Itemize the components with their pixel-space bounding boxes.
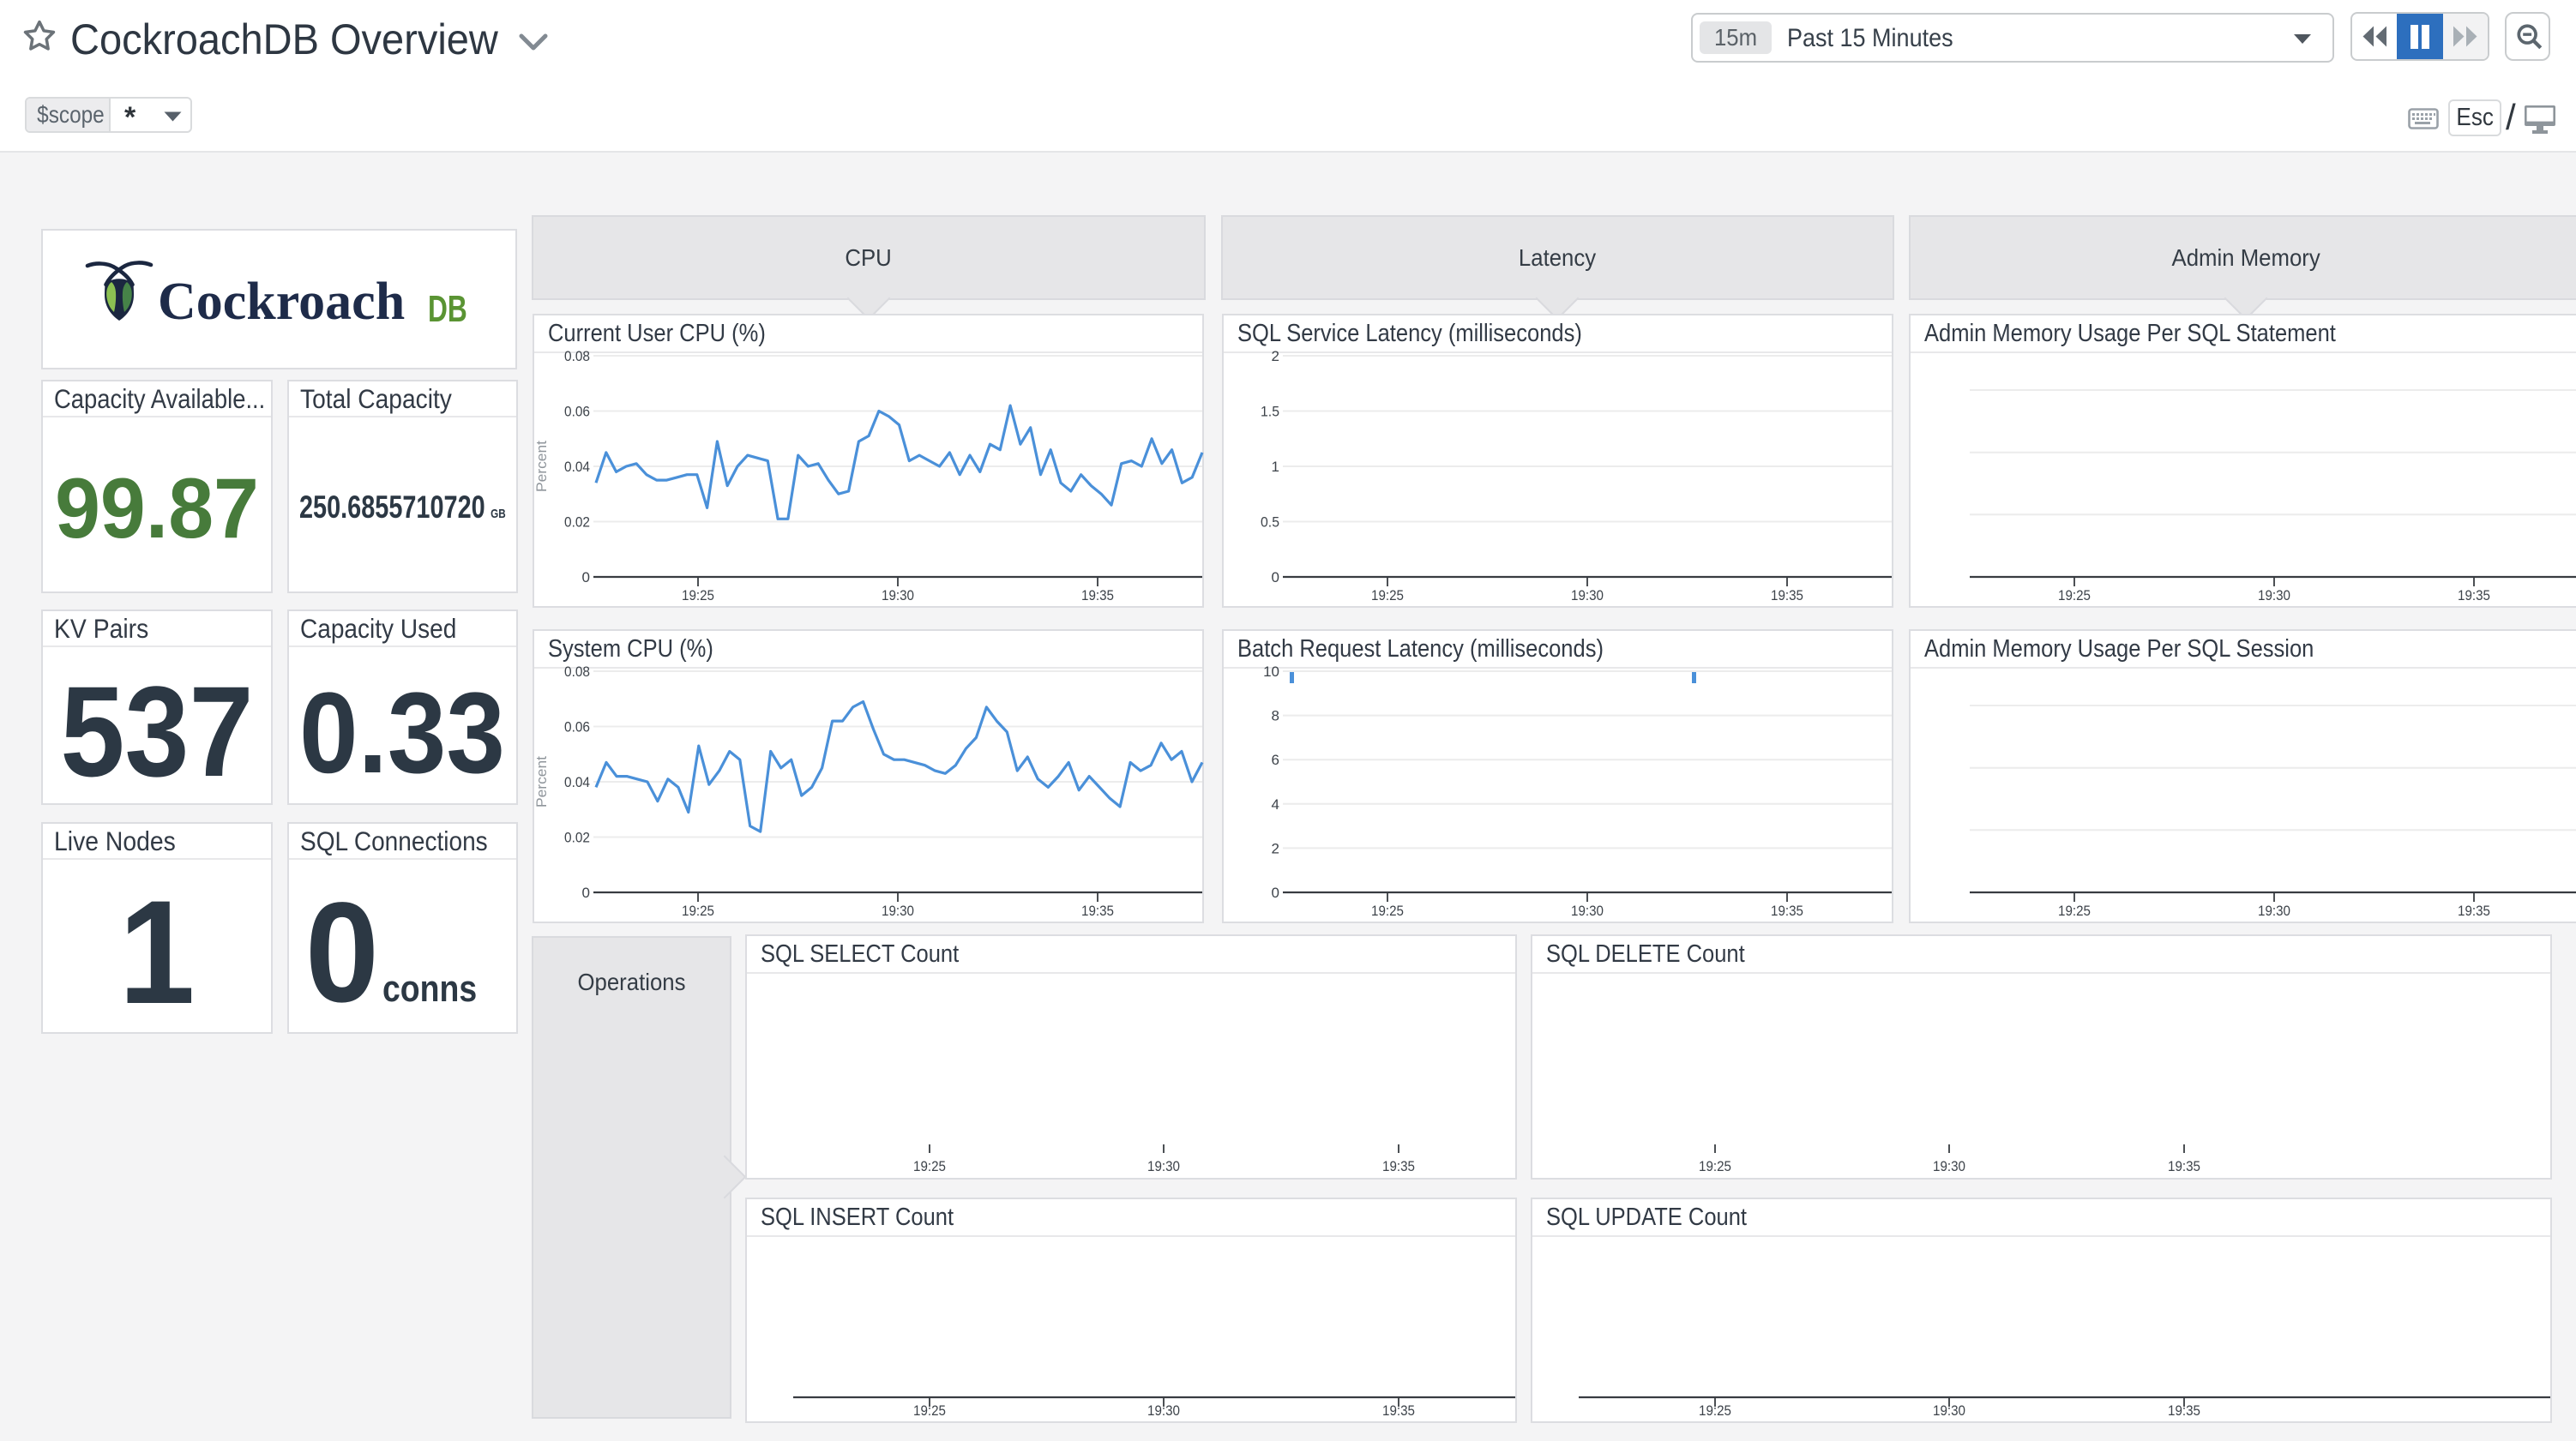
svg-text:19:30: 19:30	[1571, 587, 1604, 603]
svg-text:0: 0	[582, 885, 590, 901]
svg-text:19:30: 19:30	[1147, 1402, 1180, 1419]
svg-text:19:35: 19:35	[1771, 587, 1803, 603]
svg-text:19:35: 19:35	[2458, 903, 2490, 919]
svg-text:19:35: 19:35	[2168, 1402, 2200, 1419]
svg-text:19:35: 19:35	[1382, 1158, 1415, 1174]
svg-text:19:35: 19:35	[2168, 1158, 2200, 1174]
svg-text:19:25: 19:25	[1699, 1158, 1731, 1174]
svg-text:10: 10	[1263, 663, 1279, 680]
svg-text:19:30: 19:30	[882, 587, 914, 603]
svg-text:0.06: 0.06	[564, 404, 590, 420]
svg-text:19:30: 19:30	[1571, 903, 1604, 919]
svg-text:0.08: 0.08	[564, 663, 590, 680]
svg-text:19:25: 19:25	[1371, 587, 1404, 603]
svg-text:19:25: 19:25	[2058, 903, 2091, 919]
svg-text:0: 0	[582, 569, 590, 585]
svg-text:19:35: 19:35	[1081, 587, 1114, 603]
svg-text:0: 0	[1272, 569, 1279, 585]
svg-text:0.5: 0.5	[1261, 514, 1279, 531]
svg-text:8: 8	[1272, 708, 1279, 724]
svg-text:19:30: 19:30	[2258, 903, 2290, 919]
svg-text:19:25: 19:25	[913, 1402, 946, 1419]
svg-text:0.02: 0.02	[564, 514, 590, 531]
svg-text:19:30: 19:30	[1933, 1402, 1965, 1419]
svg-text:19:30: 19:30	[2258, 587, 2290, 603]
svg-text:1: 1	[1272, 459, 1279, 475]
svg-text:0.06: 0.06	[564, 719, 590, 736]
svg-text:0.08: 0.08	[564, 348, 590, 364]
svg-text:19:35: 19:35	[2458, 587, 2490, 603]
svg-text:4: 4	[1272, 796, 1279, 813]
svg-text:19:35: 19:35	[1081, 903, 1114, 919]
svg-text:19:25: 19:25	[682, 903, 714, 919]
svg-text:2: 2	[1272, 348, 1279, 364]
svg-text:0.04: 0.04	[564, 774, 590, 790]
svg-text:19:35: 19:35	[1382, 1402, 1415, 1419]
svg-text:19:30: 19:30	[882, 903, 914, 919]
svg-text:2: 2	[1272, 840, 1279, 856]
svg-text:19:25: 19:25	[913, 1158, 946, 1174]
svg-text:19:30: 19:30	[1147, 1158, 1180, 1174]
svg-text:19:25: 19:25	[682, 587, 714, 603]
svg-text:19:35: 19:35	[1771, 903, 1803, 919]
svg-text:19:25: 19:25	[1371, 903, 1404, 919]
svg-text:0.04: 0.04	[564, 459, 590, 475]
svg-text:Percent: Percent	[533, 756, 550, 808]
svg-text:6: 6	[1272, 752, 1279, 768]
svg-text:Percent: Percent	[533, 441, 550, 492]
svg-text:1.5: 1.5	[1261, 404, 1279, 420]
svg-text:19:25: 19:25	[2058, 587, 2091, 603]
svg-text:19:30: 19:30	[1933, 1158, 1965, 1174]
svg-text:0.02: 0.02	[564, 830, 590, 846]
svg-text:19:25: 19:25	[1699, 1402, 1731, 1419]
svg-text:0: 0	[1272, 885, 1279, 901]
